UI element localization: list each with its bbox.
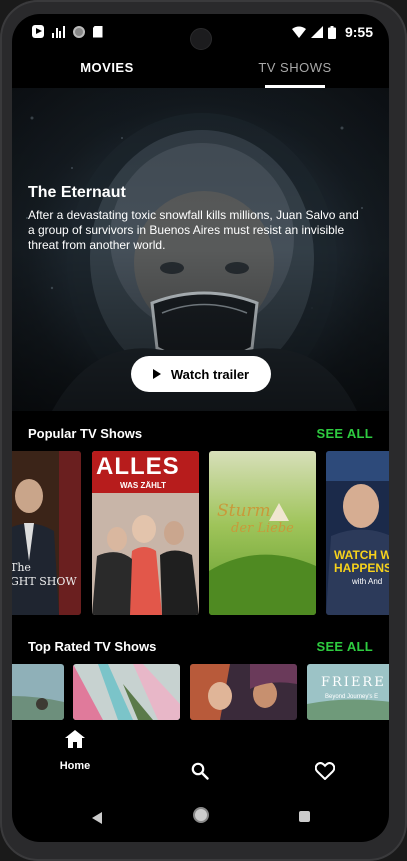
- poster-title: ALLES: [96, 453, 180, 480]
- top-rated-section-header: Top Rated TV Shows SEE ALL: [28, 639, 373, 659]
- hero-title: The Eternaut: [28, 184, 126, 201]
- battery-icon: [327, 25, 336, 39]
- system-navigation-bar: [12, 802, 389, 842]
- heart-icon: [315, 762, 335, 780]
- sd-card-icon: [92, 25, 103, 38]
- cell-signal-icon: [310, 26, 323, 38]
- status-bar: 9:55: [12, 14, 389, 52]
- nav-home-label: Home: [59, 760, 91, 772]
- top-rated-shows-row: FRIERE Beyond Journey's E: [12, 664, 389, 720]
- section-title: Popular TV Shows: [28, 426, 143, 441]
- poster-title-line: Sturm: [217, 501, 271, 521]
- poster-title: WATCH W HAPPENS with And: [334, 549, 389, 588]
- nav-favorites[interactable]: [275, 730, 375, 790]
- poster-card[interactable]: WATCH W HAPPENS with And: [326, 451, 389, 615]
- poster-image: [73, 664, 180, 720]
- phone-frame: 9:55 MOVIES TV SHOWS The Eternaut After …: [0, 0, 407, 861]
- watch-trailer-button[interactable]: Watch trailer: [131, 356, 271, 392]
- poster-image: [307, 664, 389, 720]
- poster-title-line: The: [12, 561, 31, 574]
- poster-card[interactable]: [12, 664, 64, 720]
- poster-card[interactable]: [190, 664, 297, 720]
- hero-description: After a devastating toxic snowfall kills…: [28, 208, 359, 252]
- poster-title-line: with And: [352, 577, 383, 586]
- hero-banner: The Eternaut After a devastating toxic s…: [12, 88, 389, 411]
- signal-activity-icon: [52, 25, 65, 38]
- popular-section-header: Popular TV Shows SEE ALL: [28, 426, 373, 446]
- clock: 9:55: [344, 24, 373, 40]
- tab-tv-shows[interactable]: TV SHOWS: [230, 54, 360, 88]
- wifi-icon: [291, 26, 306, 38]
- poster-subtitle: WAS ZÄHLT: [120, 481, 167, 490]
- system-home-icon[interactable]: [193, 807, 209, 823]
- poster-card[interactable]: [73, 664, 180, 720]
- search-icon: [191, 762, 209, 780]
- poster-title: FRIERE: [321, 675, 386, 690]
- front-camera: [189, 28, 212, 50]
- poster-card[interactable]: Sturm der Liebe: [209, 451, 316, 615]
- poster-card[interactable]: FRIERE Beyond Journey's E: [307, 664, 389, 720]
- poster-image: [190, 664, 297, 720]
- watch-trailer-label: Watch trailer: [170, 366, 250, 382]
- see-all-top-rated-button[interactable]: SEE ALL: [316, 639, 373, 654]
- top-tabs: MOVIES TV SHOWS: [12, 54, 389, 88]
- recent-apps-icon[interactable]: [299, 811, 310, 822]
- popular-shows-row: The GHT SHOW ALLES WAS ZÄHLT Sturm der L…: [12, 451, 389, 616]
- bottom-navigation: Home: [12, 720, 389, 802]
- poster-subtitle: Beyond Journey's E: [325, 694, 379, 700]
- tab-movies[interactable]: MOVIES: [32, 54, 182, 88]
- sync-icon: [72, 25, 85, 38]
- home-icon: [65, 730, 85, 748]
- section-title: Top Rated TV Shows: [28, 639, 157, 654]
- poster-image: [12, 451, 81, 615]
- poster-title-line: HAPPENS: [334, 561, 389, 575]
- see-all-popular-button[interactable]: SEE ALL: [316, 426, 373, 441]
- nav-home[interactable]: Home: [25, 730, 125, 790]
- poster-title: Sturm der Liebe: [217, 503, 294, 537]
- poster-title-line: der Liebe: [231, 521, 294, 536]
- app-screen: 9:55 MOVIES TV SHOWS The Eternaut After …: [12, 14, 389, 842]
- poster-card[interactable]: The GHT SHOW: [12, 451, 81, 615]
- play-store-icon: [32, 25, 44, 38]
- poster-title-line: GHT SHOW: [12, 575, 77, 588]
- back-icon[interactable]: [92, 812, 102, 824]
- poster-image: [326, 451, 389, 615]
- poster-image: [12, 664, 64, 720]
- poster-title: The GHT SHOW: [12, 561, 77, 589]
- play-icon: [152, 369, 161, 379]
- poster-card[interactable]: ALLES WAS ZÄHLT: [92, 451, 199, 615]
- nav-search[interactable]: [150, 730, 250, 790]
